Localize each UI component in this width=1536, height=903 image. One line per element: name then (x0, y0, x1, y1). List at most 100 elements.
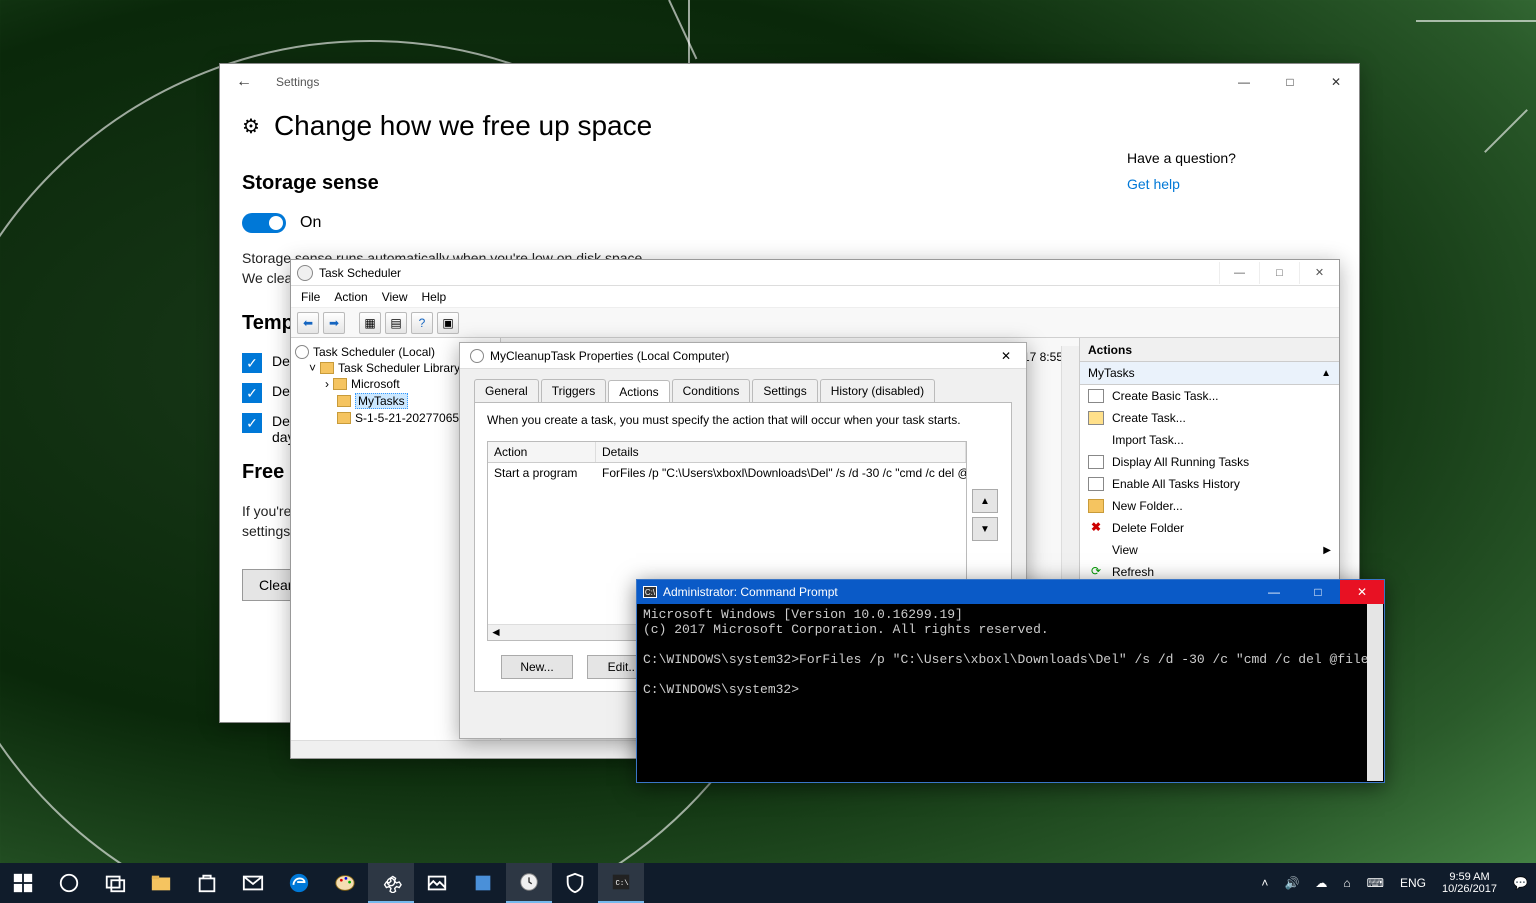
help-icon[interactable]: ? (411, 312, 433, 334)
action-create-basic-task[interactable]: Create Basic Task... (1080, 385, 1339, 407)
tree-item-mytasks[interactable]: MyTasks (355, 393, 408, 409)
actions-header: Actions (1080, 338, 1339, 362)
checkbox-icon[interactable]: ✓ (242, 353, 262, 373)
checkbox-icon[interactable]: ✓ (242, 413, 262, 433)
help-question-label: Have a question? (1127, 150, 1337, 166)
gear-icon: ⚙ (242, 114, 260, 139)
folder-icon (1088, 499, 1104, 513)
action-view[interactable]: View▶ (1080, 539, 1339, 561)
menu-view[interactable]: View (382, 290, 408, 304)
action-new-folder[interactable]: New Folder... (1080, 495, 1339, 517)
properties-titlebar: MyCleanupTask Properties (Local Computer… (460, 343, 1026, 369)
close-button[interactable]: ✕ (1313, 67, 1359, 97)
document-icon (1088, 411, 1104, 425)
action-display-running[interactable]: Display All Running Tasks (1080, 451, 1339, 473)
move-down-button[interactable]: ▼ (972, 517, 998, 541)
task-scheduler-taskbar-icon[interactable] (506, 863, 552, 903)
cortana-icon[interactable] (46, 863, 92, 903)
task-scheduler-titlebar: Task Scheduler — □ ✕ (291, 260, 1339, 286)
edge-icon[interactable] (276, 863, 322, 903)
maximize-button[interactable]: □ (1296, 580, 1340, 604)
action-import-task[interactable]: Import Task... (1080, 429, 1339, 451)
properties-title: MyCleanupTask Properties (Local Computer… (490, 349, 986, 363)
view-icon (1088, 543, 1104, 557)
command-prompt-content[interactable]: Microsoft Windows [Version 10.0.16299.19… (637, 604, 1384, 702)
keyboard-icon[interactable]: ⌨ (1359, 863, 1392, 903)
paint-icon[interactable] (322, 863, 368, 903)
task-scheduler-title: Task Scheduler (319, 266, 1219, 280)
back-icon[interactable]: ⬅ (297, 312, 319, 334)
close-button[interactable]: ✕ (986, 349, 1026, 363)
checkbox-icon[interactable]: ✓ (242, 383, 262, 403)
network-icon[interactable]: ⌂ (1335, 863, 1358, 903)
list-icon (1088, 455, 1104, 469)
storage-sense-toggle[interactable] (242, 213, 286, 233)
command-prompt-title: Administrator: Command Prompt (663, 585, 1252, 599)
table-row[interactable]: Start a program ForFiles /p "C:\Users\xb… (488, 463, 966, 483)
move-up-button[interactable]: ▲ (972, 489, 998, 513)
action-delete-folder[interactable]: ✖Delete Folder (1080, 517, 1339, 539)
maximize-button[interactable]: □ (1267, 67, 1313, 97)
command-prompt-titlebar: C:\ Administrator: Command Prompt — □ ✕ (637, 580, 1384, 604)
expand-icon[interactable]: ˅ (309, 361, 316, 375)
folder-icon (337, 395, 351, 407)
actions-context[interactable]: MyTasks ▲ (1080, 362, 1339, 385)
file-explorer-icon[interactable] (138, 863, 184, 903)
refresh-icon: ⟳ (1088, 565, 1104, 579)
volume-icon[interactable]: 🔊 (1276, 863, 1307, 903)
minimize-button[interactable]: — (1252, 580, 1296, 604)
clock-icon (470, 349, 484, 363)
taskbar-app-icon[interactable] (460, 863, 506, 903)
action-center-icon[interactable]: 💬 (1505, 863, 1536, 903)
toolbar-button[interactable]: ▦ (359, 312, 381, 334)
command-prompt-taskbar-icon[interactable]: C:\ (598, 863, 644, 903)
expand-icon[interactable]: › (325, 377, 329, 391)
action-enable-history[interactable]: Enable All Tasks History (1080, 473, 1339, 495)
close-button[interactable]: ✕ (1340, 580, 1384, 604)
collapse-icon[interactable]: ▲ (1321, 368, 1331, 379)
clock[interactable]: 9:59 AM 10/26/2017 (1434, 863, 1505, 903)
page-title: ⚙ Change how we free up space (242, 110, 1107, 142)
store-icon[interactable] (184, 863, 230, 903)
menu-file[interactable]: File (301, 290, 320, 304)
close-button[interactable]: ✕ (1299, 262, 1339, 284)
column-details: Details (596, 442, 966, 462)
history-icon (1088, 477, 1104, 491)
toolbar-button[interactable]: ▤ (385, 312, 407, 334)
scrollbar-vertical[interactable] (1367, 604, 1383, 781)
tab-actions[interactable]: Actions (608, 380, 669, 403)
photos-icon[interactable] (414, 863, 460, 903)
toggle-label: On (300, 214, 321, 232)
onedrive-icon[interactable]: ☁ (1307, 863, 1335, 903)
menu-help[interactable]: Help (422, 290, 447, 304)
forward-icon[interactable]: ➡ (323, 312, 345, 334)
import-icon (1088, 433, 1104, 447)
clock-icon (295, 345, 309, 359)
folder-icon (337, 412, 351, 424)
language-indicator[interactable]: ENG (1392, 863, 1434, 903)
tab-history[interactable]: History (disabled) (820, 379, 935, 402)
menu-action[interactable]: Action (334, 290, 367, 304)
tab-general[interactable]: General (474, 379, 539, 402)
toolbar-button[interactable]: ▣ (437, 312, 459, 334)
get-help-link[interactable]: Get help (1127, 176, 1337, 192)
security-icon[interactable] (552, 863, 598, 903)
tab-triggers[interactable]: Triggers (541, 379, 607, 402)
action-create-task[interactable]: Create Task... (1080, 407, 1339, 429)
tab-settings[interactable]: Settings (752, 379, 817, 402)
tab-conditions[interactable]: Conditions (672, 379, 751, 402)
new-button[interactable]: New... (501, 655, 573, 679)
minimize-button[interactable]: — (1219, 262, 1259, 284)
folder-icon (320, 362, 334, 374)
mail-icon[interactable] (230, 863, 276, 903)
settings-taskbar-icon[interactable] (368, 863, 414, 903)
back-button[interactable]: ← (236, 73, 252, 91)
svg-text:C:\: C:\ (616, 880, 629, 888)
minimize-button[interactable]: — (1221, 67, 1267, 97)
tray-chevron-icon[interactable]: ˄ (1253, 863, 1276, 903)
task-view-icon[interactable] (92, 863, 138, 903)
hint-label: When you create a task, you must specify… (487, 413, 999, 427)
maximize-button[interactable]: □ (1259, 262, 1299, 284)
start-button[interactable] (0, 863, 46, 903)
document-icon (1088, 389, 1104, 403)
